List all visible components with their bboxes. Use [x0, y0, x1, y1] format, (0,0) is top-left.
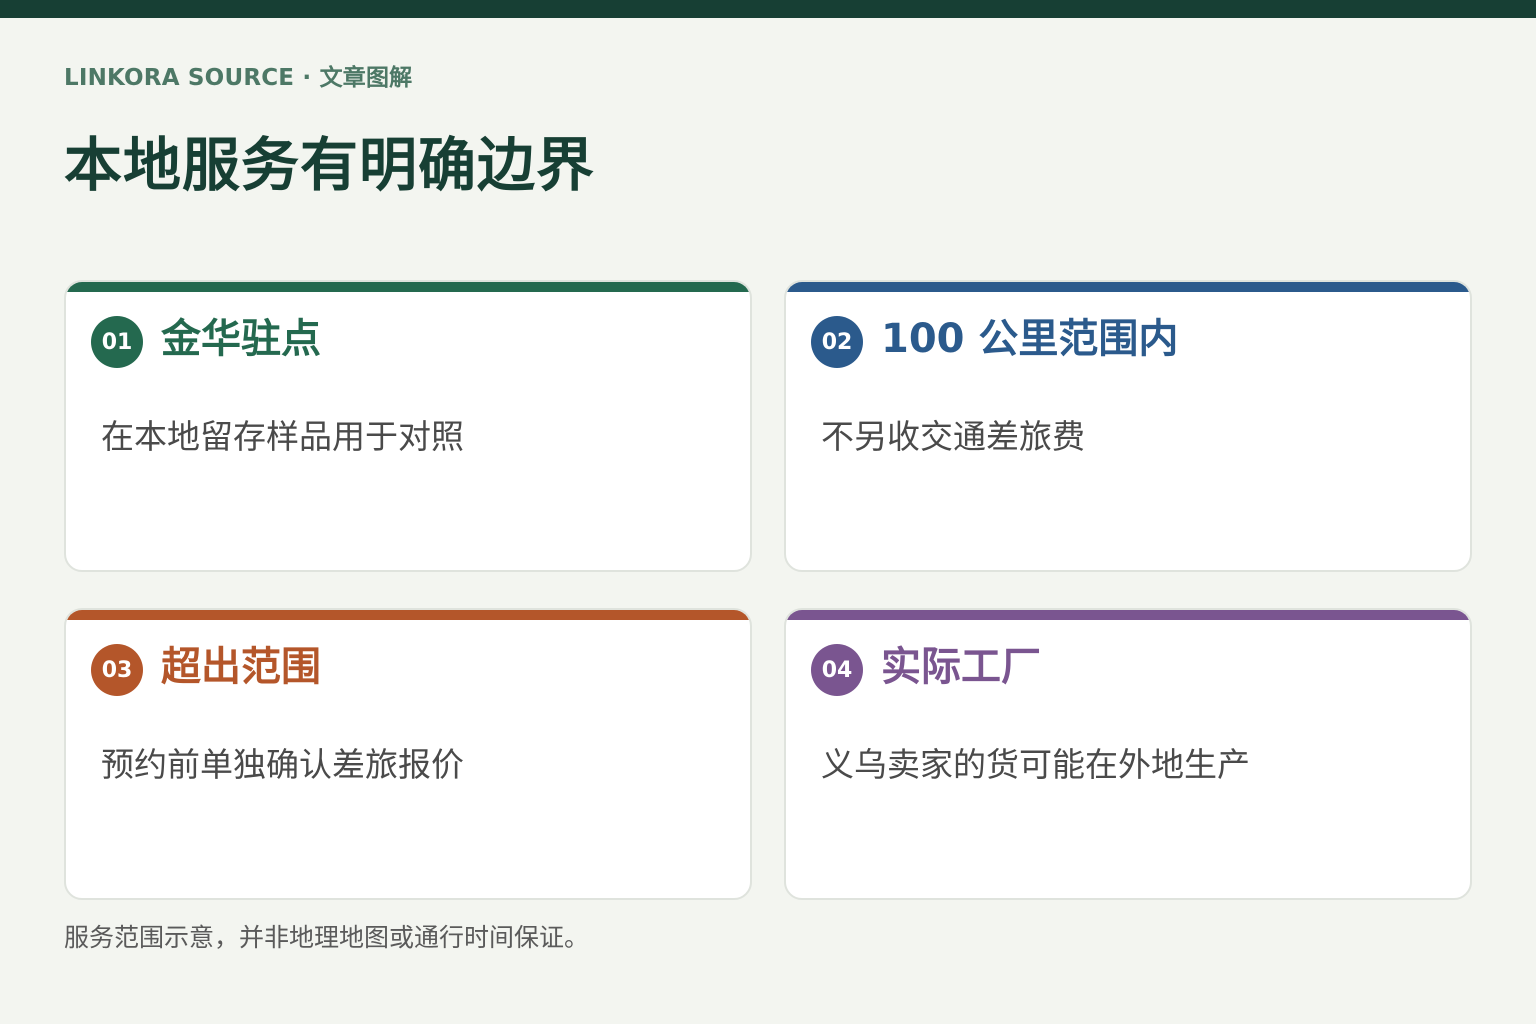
card-accent-stripe	[786, 282, 1470, 292]
footnote-disclaimer: 服务范围示意，并非地理地图或通行时间保证。	[64, 923, 590, 952]
card-title: 超出范围	[161, 644, 321, 690]
card-actual-factory: 04 实际工厂 义乌卖家的货可能在外地生产	[784, 608, 1472, 900]
card-description: 预约前单独确认差旅报价	[101, 745, 464, 784]
card-beyond-range: 03 超出范围 预约前单独确认差旅报价	[64, 608, 752, 900]
card-description: 在本地留存样品用于对照	[101, 417, 464, 456]
card-number-badge: 03	[91, 644, 143, 696]
card-description: 不另收交通差旅费	[821, 417, 1085, 456]
card-title: 金华驻点	[161, 316, 321, 362]
card-accent-stripe	[66, 282, 750, 292]
card-number-badge: 02	[811, 316, 863, 368]
card-accent-stripe	[66, 610, 750, 620]
page-title: 本地服务有明确边界	[64, 131, 596, 199]
card-accent-stripe	[786, 610, 1470, 620]
card-number-badge: 04	[811, 644, 863, 696]
kicker-label: LINKORA SOURCE · 文章图解	[64, 65, 413, 91]
card-number-badge: 01	[91, 316, 143, 368]
card-description: 义乌卖家的货可能在外地生产	[821, 745, 1250, 784]
card-title: 100 公里范围内	[881, 316, 1179, 362]
top-accent-bar	[0, 0, 1536, 18]
card-title: 实际工厂	[881, 644, 1041, 690]
card-100km-range: 02 100 公里范围内 不另收交通差旅费	[784, 280, 1472, 572]
card-local-base: 01 金华驻点 在本地留存样品用于对照	[64, 280, 752, 572]
